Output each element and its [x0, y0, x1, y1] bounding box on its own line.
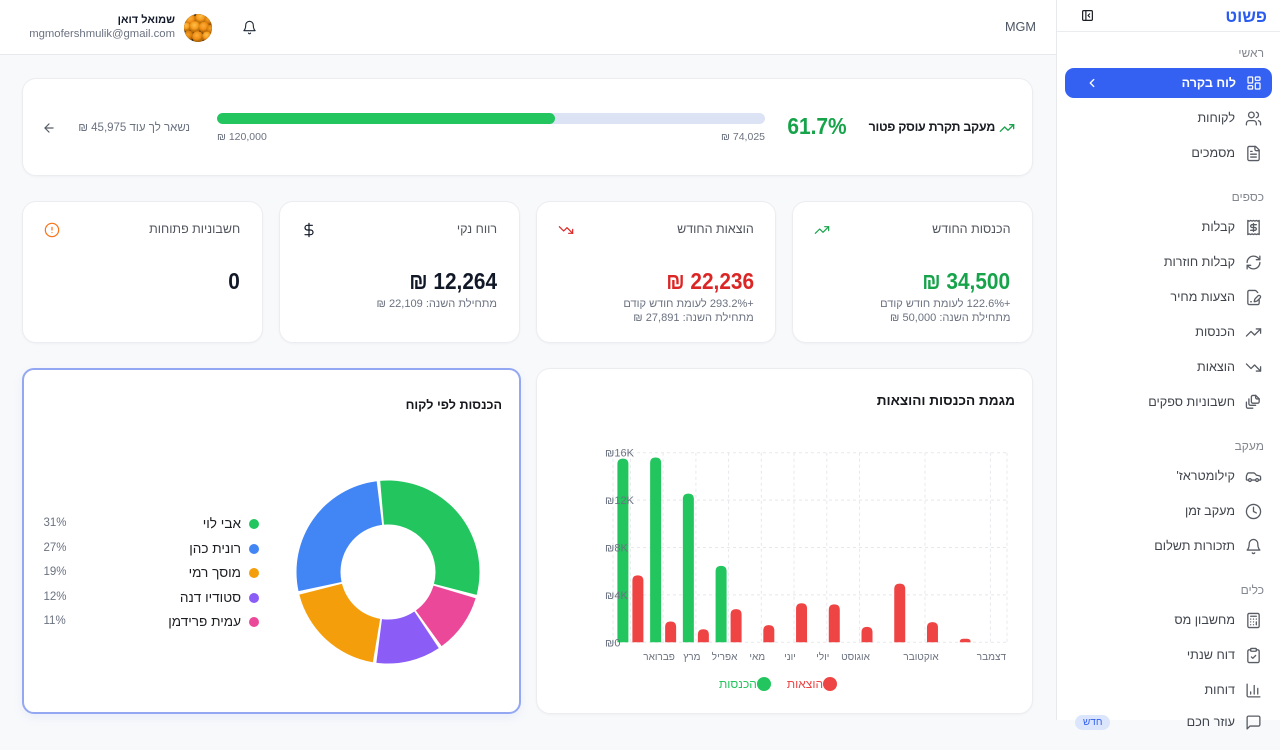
svg-text:₪0: ₪0 [605, 637, 620, 649]
svg-text:מאי: מאי [749, 652, 765, 663]
svg-text:פברואר: פברואר [643, 652, 675, 663]
svg-text:₪8K: ₪8K [605, 543, 628, 555]
svg-text:₪16K: ₪16K [605, 448, 635, 460]
svg-text:אפריל: אפריל [712, 651, 738, 663]
svg-text:יולי: יולי [816, 651, 829, 663]
svg-text:יוני: יוני [784, 652, 796, 663]
svg-text:אוגוסט: אוגוסט [841, 652, 871, 663]
svg-text:₪4K: ₪4K [605, 590, 628, 602]
svg-text:מרץ: מרץ [683, 652, 700, 663]
svg-text:אוקטובר: אוקטובר [903, 652, 939, 663]
svg-text:₪12K: ₪12K [605, 495, 635, 507]
svg-text:דצמבר: דצמבר [977, 652, 1007, 663]
